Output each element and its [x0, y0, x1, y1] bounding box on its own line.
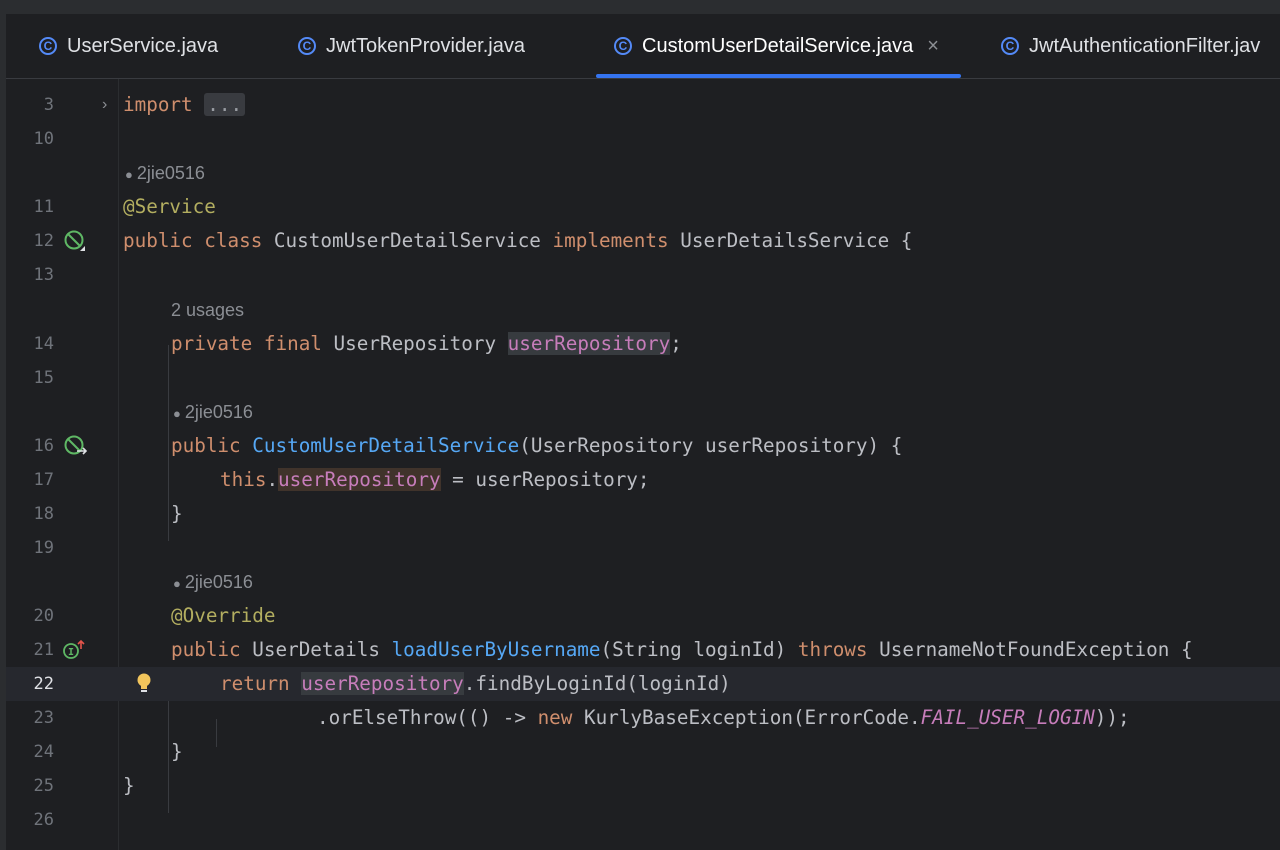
code-line: 19: [6, 531, 1280, 565]
code-text: @Service: [123, 195, 216, 218]
tab-label: JwtTokenProvider.java: [326, 34, 525, 57]
tab-label: JwtAuthenticationFilter.jav: [1029, 34, 1261, 57]
tab-custom-user-detail-service[interactable]: C CustomUserDetailService.java ×: [596, 14, 961, 78]
line-number: 16: [33, 436, 54, 456]
code-text: .orElseThrow(() -> new KurlyBaseExceptio…: [317, 706, 1130, 729]
code-line: 10: [6, 122, 1280, 156]
active-tab-indicator: [596, 74, 961, 78]
code-text: public class CustomUserDetailService imp…: [123, 229, 913, 252]
code-line: 21 I public UserDetails loadUserByUserna…: [6, 633, 1280, 667]
code-text: }: [123, 774, 135, 797]
code-line: 13: [6, 258, 1280, 292]
line-number: 3: [43, 95, 54, 115]
code-line: 3 › import ...: [6, 88, 1280, 122]
line-number: 26: [33, 810, 54, 830]
code-line: 23 .orElseThrow(() -> new KurlyBaseExcep…: [6, 701, 1280, 735]
code-line: 11 @Service: [6, 190, 1280, 224]
editor-tab-bar: C UserService.java C JwtTokenProvider.ja…: [6, 14, 1280, 79]
line-number: 20: [33, 606, 54, 626]
line-number: 23: [33, 708, 54, 728]
code-text: }: [171, 740, 183, 763]
code-line: 18 }: [6, 497, 1280, 531]
tab-jwt-authentication-filter[interactable]: C JwtAuthenticationFilter.jav: [1001, 14, 1260, 78]
close-icon[interactable]: ×: [927, 35, 939, 58]
person-icon: ●: [173, 576, 181, 591]
line-number: 13: [33, 265, 54, 285]
tab-label: UserService.java: [67, 34, 219, 57]
code-text: return userRepository.findByLoginId(logi…: [220, 672, 731, 695]
code-text: private final UserRepository userReposit…: [171, 332, 682, 355]
line-number: 21: [33, 640, 54, 660]
author-inlay-hint[interactable]: ● 2jie0516: [173, 565, 253, 599]
line-number: 14: [33, 334, 54, 354]
code-text: public UserDetails loadUserByUsername(St…: [171, 638, 1193, 661]
tab-user-service[interactable]: C UserService.java: [39, 14, 218, 78]
line-number: 19: [33, 538, 54, 558]
code-line: 15: [6, 361, 1280, 395]
line-number: 22: [33, 674, 54, 694]
code-line: 14 private final UserRepository userRepo…: [6, 327, 1280, 361]
folded-imports[interactable]: ...: [204, 93, 246, 116]
line-number: 15: [33, 368, 54, 388]
person-icon: ●: [173, 406, 181, 421]
author-inlay-hint[interactable]: ● 2jie0516: [125, 156, 205, 190]
fold-chevron-icon[interactable]: ›: [102, 88, 107, 122]
code-text: public CustomUserDetailService(UserRepos…: [171, 434, 903, 457]
line-number: 12: [33, 231, 54, 251]
lightbulb-icon[interactable]: [135, 672, 153, 696]
code-line-current: 22 return userRepository.findByLoginId(l…: [6, 667, 1280, 701]
code-line: 12 public class CustomUserDetailService …: [6, 224, 1280, 258]
code-editor[interactable]: 3 › import ... 10 ● 2jie0516 11 @Service …: [6, 79, 1280, 850]
implements-method-icon[interactable]: I: [62, 638, 86, 662]
code-text: @Override: [171, 604, 276, 627]
usages-inlay-hint[interactable]: 2 usages: [171, 293, 244, 327]
bean-autowire-icon[interactable]: [63, 434, 89, 458]
author-name: 2jie0516: [184, 572, 253, 592]
line-number: 17: [33, 470, 54, 490]
code-line: 24 }: [6, 735, 1280, 769]
author-inlay-hint[interactable]: ● 2jie0516: [173, 395, 253, 429]
code-line: 20 @Override: [6, 599, 1280, 633]
line-number: 25: [33, 776, 54, 796]
tab-jwt-token-provider[interactable]: C JwtTokenProvider.java: [298, 14, 525, 78]
java-class-icon: C: [614, 37, 632, 55]
line-number: 24: [33, 742, 54, 762]
java-class-icon: C: [39, 37, 57, 55]
code-line: 16 public CustomUserDetailService(UserRe…: [6, 429, 1280, 463]
tab-label: CustomUserDetailService.java: [642, 34, 914, 57]
bean-implemented-icon[interactable]: [63, 229, 87, 253]
code-text: this.userRepository = userRepository;: [220, 468, 650, 491]
code-text: import ...: [123, 88, 246, 122]
code-line: 17 this.userRepository = userRepository;: [6, 463, 1280, 497]
person-icon: ●: [125, 167, 133, 182]
java-class-icon: C: [298, 37, 316, 55]
java-class-icon: C: [1001, 37, 1019, 55]
code-line: 25 }: [6, 769, 1280, 803]
line-number: 11: [33, 197, 54, 217]
line-number: 18: [33, 504, 54, 524]
line-number: 10: [33, 129, 54, 149]
svg-text:I: I: [68, 647, 74, 658]
code-text: }: [171, 502, 183, 525]
author-name: 2jie0516: [136, 163, 205, 183]
window-top-strip: [0, 0, 1280, 15]
author-name: 2jie0516: [184, 402, 253, 422]
code-line: 26: [6, 803, 1280, 837]
